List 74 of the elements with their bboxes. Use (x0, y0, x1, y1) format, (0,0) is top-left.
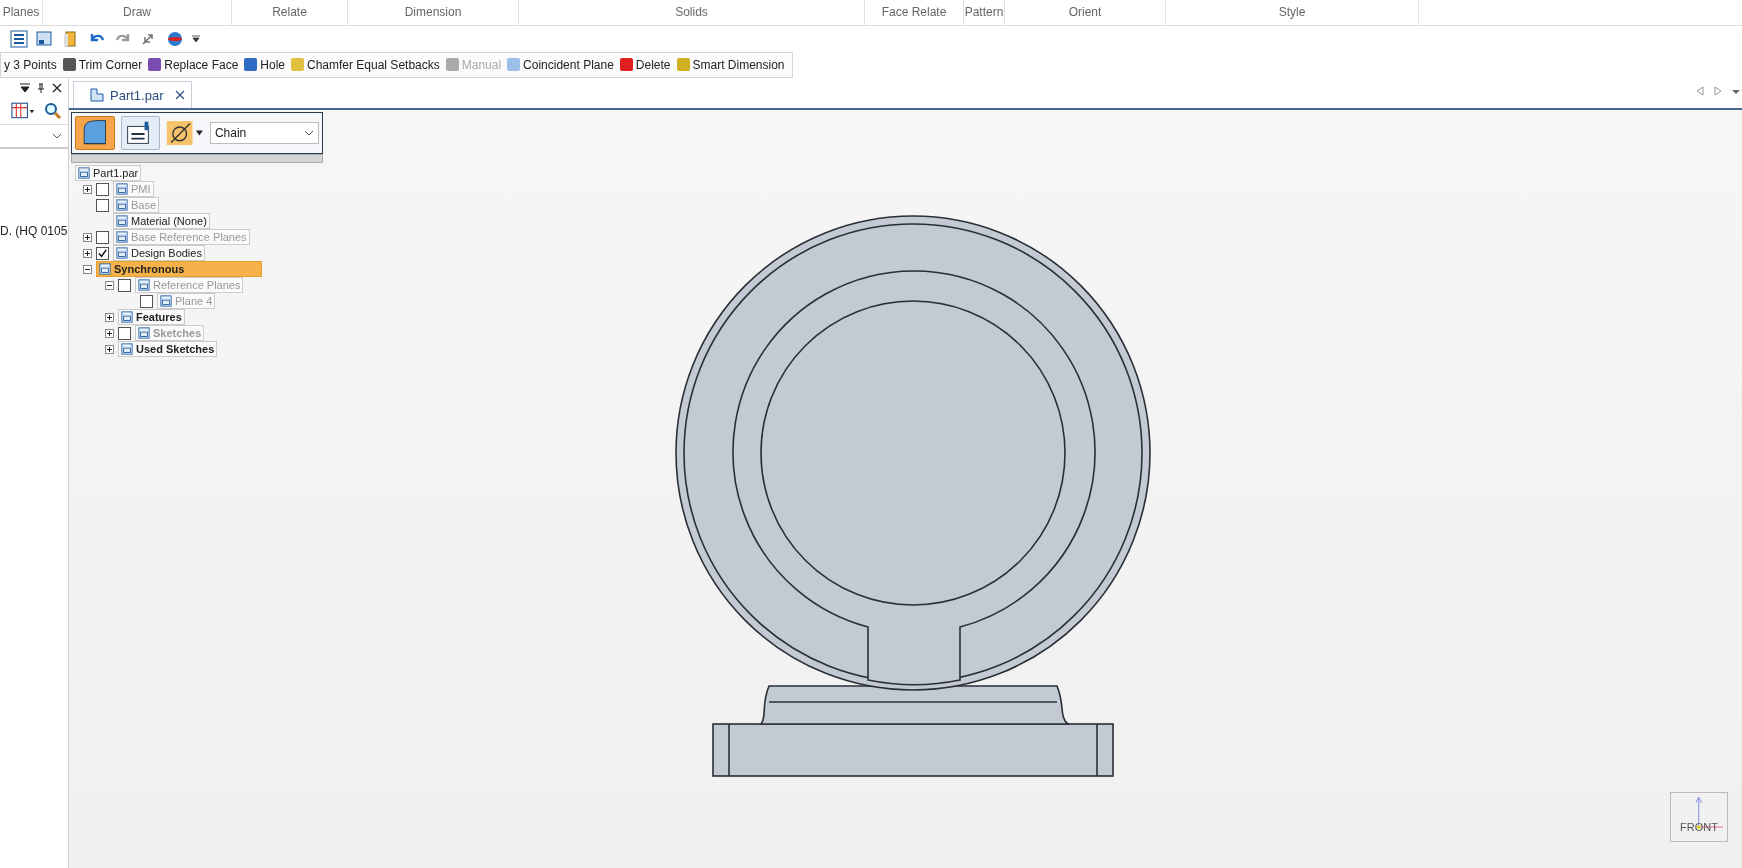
ribbon-group-label: Relate (272, 5, 307, 19)
sheet-icon (116, 215, 128, 227)
sheet-icon (116, 199, 128, 211)
ribbon-group-label: Orient (1068, 5, 1102, 19)
command-button[interactable]: Coincident Plane (504, 57, 617, 72)
sheet-icon (138, 279, 150, 291)
expander-icon[interactable] (83, 264, 92, 274)
sheet-icon (116, 231, 128, 243)
command-button[interactable]: Replace Face (145, 57, 242, 72)
list-item[interactable]: D. (HQ 0105 (0, 224, 68, 238)
close-icon[interactable] (52, 83, 62, 93)
sheet-icon (116, 247, 128, 259)
caret-icon[interactable] (192, 34, 200, 43)
ribbon-group-label: Dimension (404, 5, 462, 19)
ribbon-group-label: Planes (2, 5, 40, 19)
sheet-icon (99, 263, 111, 275)
splitter-handle[interactable] (71, 154, 323, 163)
pin-icon[interactable] (36, 83, 46, 93)
list-icon[interactable] (10, 29, 28, 48)
checkbox[interactable] (96, 198, 109, 212)
model-viewport[interactable]: Chain Part1.par PMI Base Material (None) Base Reference Planes Design Bodies Synchronous Reference Planes Plane 4 Features Sketches Used Sketches FRONT (69, 110, 1742, 868)
checkbox[interactable] (118, 278, 131, 292)
tree-node[interactable]: Part1.par (75, 165, 142, 181)
selection-mode-dropdown[interactable]: Chain (209, 122, 319, 144)
ribbon-group-label: Draw (123, 5, 151, 19)
grid-icon[interactable] (10, 101, 36, 121)
tree-node[interactable]: Material (None) (113, 213, 210, 229)
select-mode-icon[interactable] (166, 119, 204, 147)
chevron-icon (304, 130, 314, 136)
command-button[interactable]: Trim Corner (59, 57, 146, 72)
sheet-icon (78, 167, 90, 179)
expander-icon[interactable] (83, 248, 92, 258)
document-tab[interactable]: Part1.par (73, 81, 193, 108)
sheet-icon (121, 311, 133, 323)
sheet-icon (160, 295, 172, 307)
dropdown-field[interactable] (0, 124, 68, 148)
expander-icon[interactable] (83, 184, 92, 194)
tab-title: Part1.par (110, 87, 164, 103)
command-button[interactable]: Smart Dimension (673, 57, 788, 72)
tree-node[interactable]: Design Bodies (113, 245, 205, 261)
checkbox[interactable] (96, 246, 109, 260)
command-button[interactable]: Chamfer Equal Setbacks (288, 57, 443, 72)
chevron-icon (52, 133, 62, 139)
solid-icon[interactable] (75, 116, 115, 150)
command-button[interactable]: y 3 Points (1, 57, 60, 72)
sheet-icon (116, 183, 128, 195)
properties-icon[interactable] (120, 116, 161, 150)
window-icon[interactable] (36, 29, 54, 48)
ribbon-group-label: Face Relate (881, 5, 947, 19)
checkbox[interactable] (140, 294, 153, 308)
checkbox[interactable] (96, 230, 109, 244)
search-icon[interactable] (44, 102, 62, 120)
expander-icon[interactable] (105, 312, 114, 322)
sheet-icon (121, 343, 133, 355)
dropdown-icon[interactable] (20, 83, 30, 93)
expander-icon[interactable] (105, 344, 114, 354)
view-cube[interactable]: FRONT (1670, 792, 1728, 842)
expander-icon[interactable] (83, 232, 92, 242)
close-icon[interactable] (175, 90, 186, 100)
checkbox[interactable] (96, 182, 109, 196)
globe-icon[interactable] (166, 29, 184, 48)
command-button[interactable]: Delete (616, 57, 674, 72)
sheet-icon (138, 327, 150, 339)
expander-icon[interactable] (105, 280, 114, 290)
command-button[interactable]: Hole (241, 57, 288, 72)
tree-node[interactable]: Used Sketches (118, 341, 218, 357)
part-icon (90, 88, 104, 102)
expander-icon[interactable] (105, 328, 114, 338)
tree-node[interactable]: Synchronous (96, 261, 262, 277)
ribbon-group-label: Pattern (964, 5, 1004, 19)
ribbon-group-label: Style (1278, 5, 1306, 19)
ribbon-group-label: Solids (675, 5, 708, 19)
tree-node[interactable]: Features (118, 309, 185, 325)
checkbox[interactable] (118, 326, 131, 340)
